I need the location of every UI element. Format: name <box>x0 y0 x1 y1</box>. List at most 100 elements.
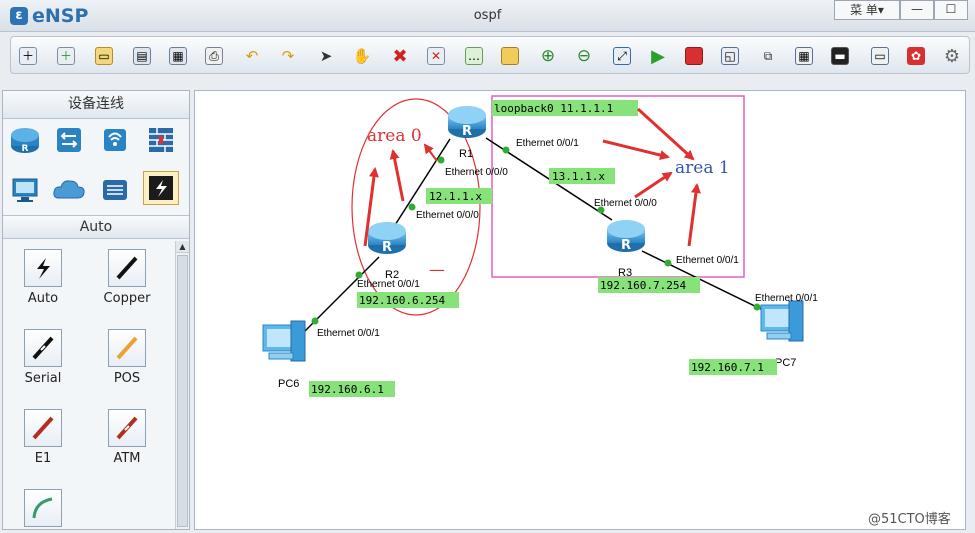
huawei-icon[interactable]: ✿ <box>905 45 927 67</box>
pc7-icon[interactable] <box>760 300 804 342</box>
arrow-area1-2 <box>602 139 670 160</box>
pc6-icon[interactable] <box>262 320 306 362</box>
device-name-pc6: PC6 <box>278 378 299 390</box>
svg-text:R: R <box>621 238 631 253</box>
zoom-out-icon[interactable]: ⊖ <box>573 45 595 67</box>
cable-label: Serial <box>24 371 62 386</box>
select-icon[interactable]: ➤ <box>315 45 337 67</box>
fit-icon[interactable]: ⤢ <box>611 45 633 67</box>
e1-cable-icon <box>24 409 62 447</box>
ctl-cable-icon <box>24 489 62 527</box>
zoom-in-icon[interactable]: ⊕ <box>537 45 559 67</box>
dash-annotation: — <box>429 260 445 279</box>
delete-icon[interactable]: ✖ <box>389 45 411 67</box>
scroll-up-icon[interactable]: ▲ <box>176 241 189 253</box>
router-r1-icon[interactable]: R <box>448 106 486 139</box>
wireless-icon[interactable] <box>97 123 133 157</box>
link-r1-r2 <box>387 138 451 237</box>
other-device-icon[interactable] <box>97 173 133 207</box>
console-icon[interactable]: ▬ <box>829 45 851 67</box>
window-title: ospf <box>473 8 502 23</box>
port-dot <box>437 156 445 164</box>
atm-cable-icon <box>108 409 146 447</box>
cable-label: POS <box>113 371 141 386</box>
rectangle-icon[interactable] <box>499 45 521 67</box>
net-r1-r2-label: 12.1.1.x <box>429 190 482 203</box>
cable-label: Copper <box>103 291 151 306</box>
pc-icon[interactable] <box>7 173 43 207</box>
cable-pos[interactable]: POS <box>97 329 157 386</box>
save-as-icon[interactable]: ▦ <box>167 45 189 67</box>
port-label-r2-e001: Ethernet 0/0/1 <box>357 279 420 290</box>
maximize-button[interactable]: ☐ <box>934 0 968 20</box>
arrow-area1-4 <box>687 183 701 247</box>
redo-icon[interactable]: ↷ <box>277 45 299 67</box>
stop-icon[interactable] <box>683 45 705 67</box>
cable-label: Auto <box>27 291 59 306</box>
watermark: @51CTO博客 <box>868 512 951 527</box>
port-dot <box>355 271 363 279</box>
start-icon[interactable]: ▶ <box>647 45 669 67</box>
capture-icon[interactable]: ◱ <box>719 45 741 67</box>
minimize-button[interactable]: — <box>900 0 934 20</box>
copper-cable-icon <box>108 249 146 287</box>
cable-atm[interactable]: ATM <box>97 409 157 466</box>
arrow-area0-3 <box>423 143 438 162</box>
port-label-r3-e001: Ethernet 0/0/1 <box>676 255 739 266</box>
toolbar: ＋ ＋ ▭ ▤ ▦ ⎙ ↶ ↷ ➤ ✋ ✖ ✕ … ⊕ ⊖ ⤢ ▶ ◱ ⧉ ▦ … <box>10 36 970 74</box>
print-icon[interactable]: ⎙ <box>203 45 225 67</box>
cable-scrollbar[interactable]: ▲ <box>175 241 189 529</box>
topology-canvas[interactable]: R R R R1 R2 R3 PC6 PC7 Ethernet 0/0/0 Et… <box>194 90 966 530</box>
area0-annotation: area 0 <box>367 126 422 146</box>
new-topology-icon[interactable]: ＋ <box>17 45 39 67</box>
scroll-thumb[interactable] <box>177 255 188 527</box>
svg-text:R: R <box>382 240 392 255</box>
firewall-icon[interactable] <box>143 123 179 157</box>
open-icon[interactable]: ▭ <box>93 45 115 67</box>
cable-label: ATM <box>113 451 141 466</box>
hand-icon[interactable]: ✋ <box>351 45 373 67</box>
port-label-pc6-e001: Ethernet 0/0/1 <box>317 328 380 339</box>
port-dot <box>753 303 761 311</box>
switch-icon[interactable] <box>51 123 87 157</box>
port-label-r1-e001: Ethernet 0/0/1 <box>516 138 579 149</box>
undo-icon[interactable]: ↶ <box>241 45 263 67</box>
cable-label: E1 <box>34 451 52 466</box>
topology-icon[interactable]: ⧉ <box>757 45 779 67</box>
cable-copper[interactable]: Copper <box>97 249 157 306</box>
cable-auto[interactable]: Auto <box>13 249 73 306</box>
svg-text:R: R <box>22 144 29 154</box>
title-bar: ε eNSP ospf 菜 单▾ — ☐ <box>0 0 975 32</box>
text-icon[interactable]: … <box>463 45 485 67</box>
cable-ctl[interactable] <box>13 489 73 531</box>
new-lab-icon[interactable]: ＋ <box>55 45 77 67</box>
save-icon[interactable]: ▤ <box>131 45 153 67</box>
settings-icon[interactable]: ⚙ <box>941 45 963 67</box>
cable-serial[interactable]: Serial <box>13 329 73 386</box>
serial-cable-icon <box>24 329 62 367</box>
pc7-ip-label: 192.160.7.1 <box>691 361 764 374</box>
device-name-pc7: PC7 <box>775 357 796 369</box>
port-label-r3-e000: Ethernet 0/0/0 <box>594 198 657 209</box>
device-name-r1: R1 <box>459 148 473 160</box>
device-panel: 设备连线 R Auto Auto Copper Serial POS E1 AT… <box>2 90 190 530</box>
loopback-label: loopback0 11.1.1.1 <box>494 102 613 115</box>
r3-ip-label: 192.160.7.254 <box>600 279 686 292</box>
pos-cable-icon <box>108 329 146 367</box>
delete-connection-icon[interactable]: ✕ <box>425 45 447 67</box>
router-icon[interactable]: R <box>7 123 43 157</box>
cable-e1[interactable]: E1 <box>13 409 73 466</box>
topology-drawing: R R R R1 R2 R3 PC6 PC7 Ethernet 0/0/0 Et… <box>262 95 818 397</box>
grid-icon[interactable]: ▦ <box>793 45 815 67</box>
port-label-pc7-e001: Ethernet 0/0/1 <box>755 293 818 304</box>
router-r3-icon[interactable]: R <box>607 220 645 253</box>
cloud-icon[interactable] <box>51 173 87 207</box>
cable-icon[interactable] <box>143 171 179 205</box>
chat-icon[interactable]: ▭ <box>869 45 891 67</box>
arrow-area1-3 <box>634 171 673 199</box>
port-dot <box>502 146 510 154</box>
router-r2-icon[interactable]: R <box>368 222 406 255</box>
net-r1-r3-label: 13.1.1.x <box>552 170 605 183</box>
arrow-area0-2 <box>389 149 405 202</box>
menu-button[interactable]: 菜 单▾ <box>834 0 900 20</box>
